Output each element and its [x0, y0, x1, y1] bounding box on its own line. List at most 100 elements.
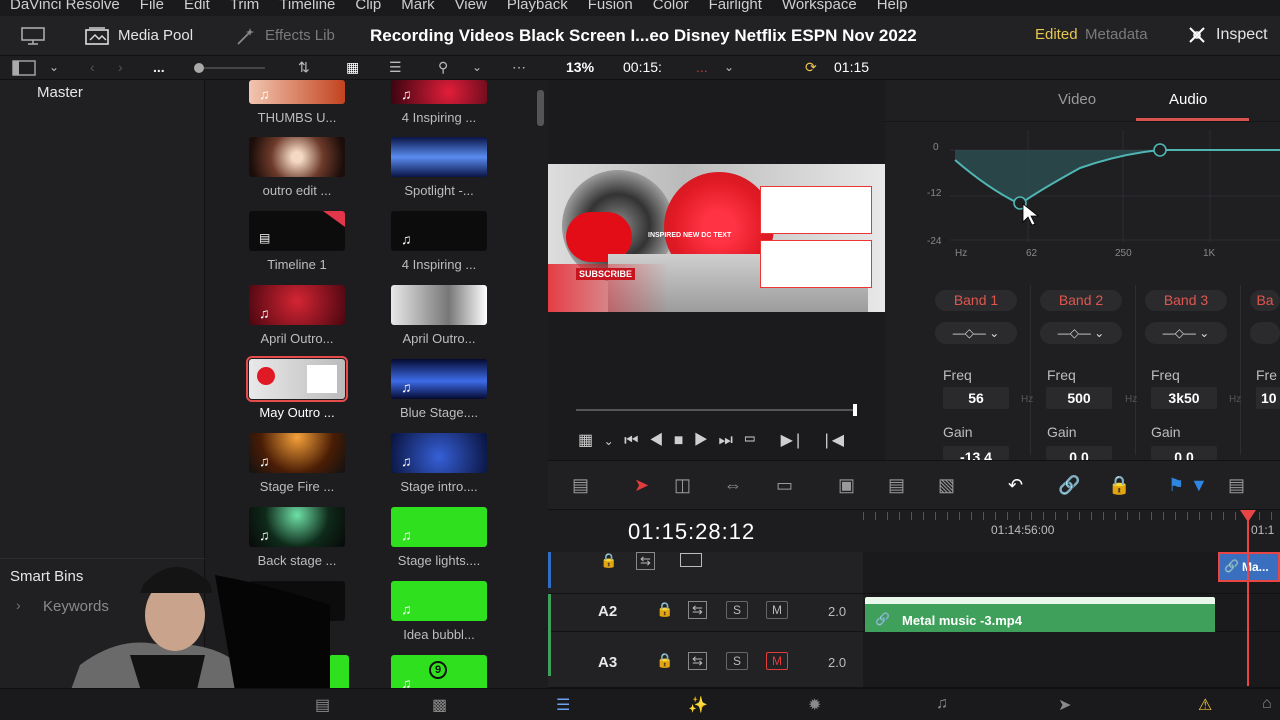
auto-select-icon[interactable]: ⇆: [688, 601, 707, 619]
clip-item[interactable]: May Outro ...: [232, 356, 362, 420]
clip-item[interactable]: Spotlight -...: [374, 137, 504, 198]
metadata-button[interactable]: Metadata: [1085, 26, 1148, 43]
position-lock-icon[interactable]: 🔒: [1108, 475, 1130, 496]
clip-item[interactable]: April Outro...: [374, 285, 504, 346]
play-icon[interactable]: ▶: [694, 432, 711, 449]
fairlight-page-icon[interactable]: ♫: [936, 695, 948, 713]
more-icon[interactable]: ⋯: [512, 59, 526, 76]
clip-thumbnail[interactable]: ♫: [249, 80, 345, 104]
more-options[interactable]: ...: [153, 59, 165, 75]
audio-meter-icon[interactable]: ▤: [1228, 475, 1245, 496]
deliver-page-icon[interactable]: ➤: [1058, 695, 1071, 715]
menu-fairlight[interactable]: Fairlight: [699, 0, 772, 13]
list-view-icon[interactable]: ☰: [389, 59, 402, 76]
selection-pointer-icon[interactable]: ➤: [634, 475, 649, 496]
inspector-button[interactable]: Inspect: [1186, 24, 1268, 46]
clip-thumbnail[interactable]: ♫: [249, 433, 345, 473]
marker-icon[interactable]: ▼: [1190, 475, 1208, 496]
playhead[interactable]: [1247, 516, 1249, 686]
sort-icon[interactable]: ⇅: [298, 59, 310, 76]
playhead-marker[interactable]: [1240, 510, 1256, 522]
flag-icon[interactable]: ⚑: [1168, 475, 1184, 496]
chevron-down-icon[interactable]: ⌄: [604, 434, 617, 448]
video-clip[interactable]: 🔗 Ma...: [1218, 552, 1280, 582]
timeline-timecode[interactable]: 01:15:28:12: [628, 519, 755, 545]
auto-select-icon[interactable]: ⇆: [636, 552, 655, 570]
next-clip-icon[interactable]: ▶|: [781, 432, 803, 449]
viewer-frame[interactable]: INSPIRED NEW DC TEXT SUBSCRIBE: [548, 164, 885, 312]
tab-video[interactable]: Video: [1058, 91, 1096, 108]
band-4-freq-field[interactable]: 10: [1256, 387, 1280, 409]
band-1-gain-field[interactable]: -13.4: [943, 446, 1009, 460]
zoom-level[interactable]: 13%: [566, 59, 594, 75]
clip-thumbnail[interactable]: ♫: [249, 507, 345, 547]
band-1-freq-field[interactable]: 56: [943, 387, 1009, 409]
dynamic-trim-icon[interactable]: ⇔: [724, 475, 742, 496]
solo-button[interactable]: S: [726, 652, 748, 670]
clip-thumbnail[interactable]: ♫: [391, 80, 487, 104]
band-2-freq-field[interactable]: 500: [1046, 387, 1112, 409]
band-3-gain-field[interactable]: 0.0: [1151, 446, 1217, 460]
band-2-gain-field[interactable]: 0.0: [1046, 446, 1112, 460]
band-1-shape-dropdown[interactable]: —◇— ⌄: [935, 322, 1017, 344]
back-arrow-icon[interactable]: ‹: [90, 59, 95, 75]
menu-edit[interactable]: Edit: [174, 0, 220, 13]
clip-item[interactable]: ♫ THUMBS U...: [232, 80, 362, 125]
prev-clip-icon[interactable]: |◀: [825, 432, 847, 449]
clip-item[interactable]: ♫ April Outro...: [232, 285, 362, 346]
menu-workspace[interactable]: Workspace: [772, 0, 867, 13]
linked-selection-icon[interactable]: 🔗: [1058, 475, 1080, 496]
reverse-icon[interactable]: ◀: [649, 432, 666, 449]
timeline-thumbnail[interactable]: ▤: [249, 211, 345, 251]
overwrite-clip-icon[interactable]: ▤: [888, 475, 905, 496]
solo-button[interactable]: S: [726, 601, 748, 619]
clip-thumbnail[interactable]: ♫: [391, 359, 487, 399]
trim-tool-icon[interactable]: ◫: [674, 475, 691, 496]
clip-item[interactable]: ♫ Idea bubbl...: [374, 581, 504, 642]
cut-page-icon[interactable]: ▩: [432, 695, 447, 715]
clip-thumbnail-selected[interactable]: [246, 356, 348, 402]
band-1-button[interactable]: Band 1: [935, 290, 1017, 311]
chevron-down-icon[interactable]: ⌄: [49, 60, 59, 74]
sidebar-toggle-icon[interactable]: [12, 60, 36, 76]
loop-icon[interactable]: ▦: [578, 432, 596, 449]
lock-icon[interactable]: 🔒: [656, 652, 673, 669]
clip-thumbnail[interactable]: [249, 137, 345, 177]
master-bin[interactable]: Master: [37, 84, 83, 101]
media-pool-button[interactable]: Media Pool: [72, 26, 205, 46]
clip-thumbnail[interactable]: ♫: [391, 433, 487, 473]
band-3-button[interactable]: Band 3: [1145, 290, 1227, 311]
warning-icon[interactable]: ⚠: [1198, 695, 1212, 715]
clip-item[interactable]: ♫ Stage lights....: [374, 507, 504, 568]
media-page-icon[interactable]: ▤: [315, 695, 330, 715]
band-4-button[interactable]: Ba: [1250, 290, 1280, 311]
replace-clip-icon[interactable]: ▧: [938, 475, 955, 496]
menu-clip[interactable]: Clip: [345, 0, 391, 13]
chevron-down-icon[interactable]: ⌄: [472, 60, 482, 74]
band-3-freq-field[interactable]: 3k50: [1151, 387, 1217, 409]
forward-arrow-icon[interactable]: ›: [118, 59, 123, 75]
tab-audio[interactable]: Audio: [1169, 91, 1207, 108]
menu-timeline[interactable]: Timeline: [269, 0, 345, 13]
menu-file[interactable]: File: [130, 0, 174, 13]
clip-item[interactable]: outro edit ...: [232, 137, 362, 198]
thumbnail-size-slider[interactable]: [195, 67, 265, 69]
menu-davinci[interactable]: DaVinci Resolve: [0, 0, 130, 13]
effects-library-button[interactable]: Effects Lib: [223, 26, 347, 46]
menu-view[interactable]: View: [445, 0, 497, 13]
color-page-icon[interactable]: ✹: [808, 695, 821, 715]
track-body-video[interactable]: 🔗 Ma...: [863, 552, 1280, 594]
clip-item[interactable]: ♫ 4 Inspiring ...: [374, 80, 504, 125]
search-icon[interactable]: ⚲: [438, 59, 448, 76]
clip-thumbnail[interactable]: ♫: [391, 581, 487, 621]
clip-thumbnail[interactable]: [391, 285, 487, 325]
match-frame-icon[interactable]: ▭: [743, 432, 759, 449]
timeline-ruler[interactable]: 01:14:56:00 01:1: [863, 510, 1280, 552]
clip-thumbnail[interactable]: ♫: [391, 507, 487, 547]
menu-fusion[interactable]: Fusion: [578, 0, 643, 13]
insert-clip-icon[interactable]: ▣: [838, 475, 855, 496]
menu-help[interactable]: Help: [867, 0, 918, 13]
media-pool-scrollbar[interactable]: [537, 90, 544, 126]
band-2-button[interactable]: Band 2: [1040, 290, 1122, 311]
stop-icon[interactable]: ■: [674, 432, 687, 449]
